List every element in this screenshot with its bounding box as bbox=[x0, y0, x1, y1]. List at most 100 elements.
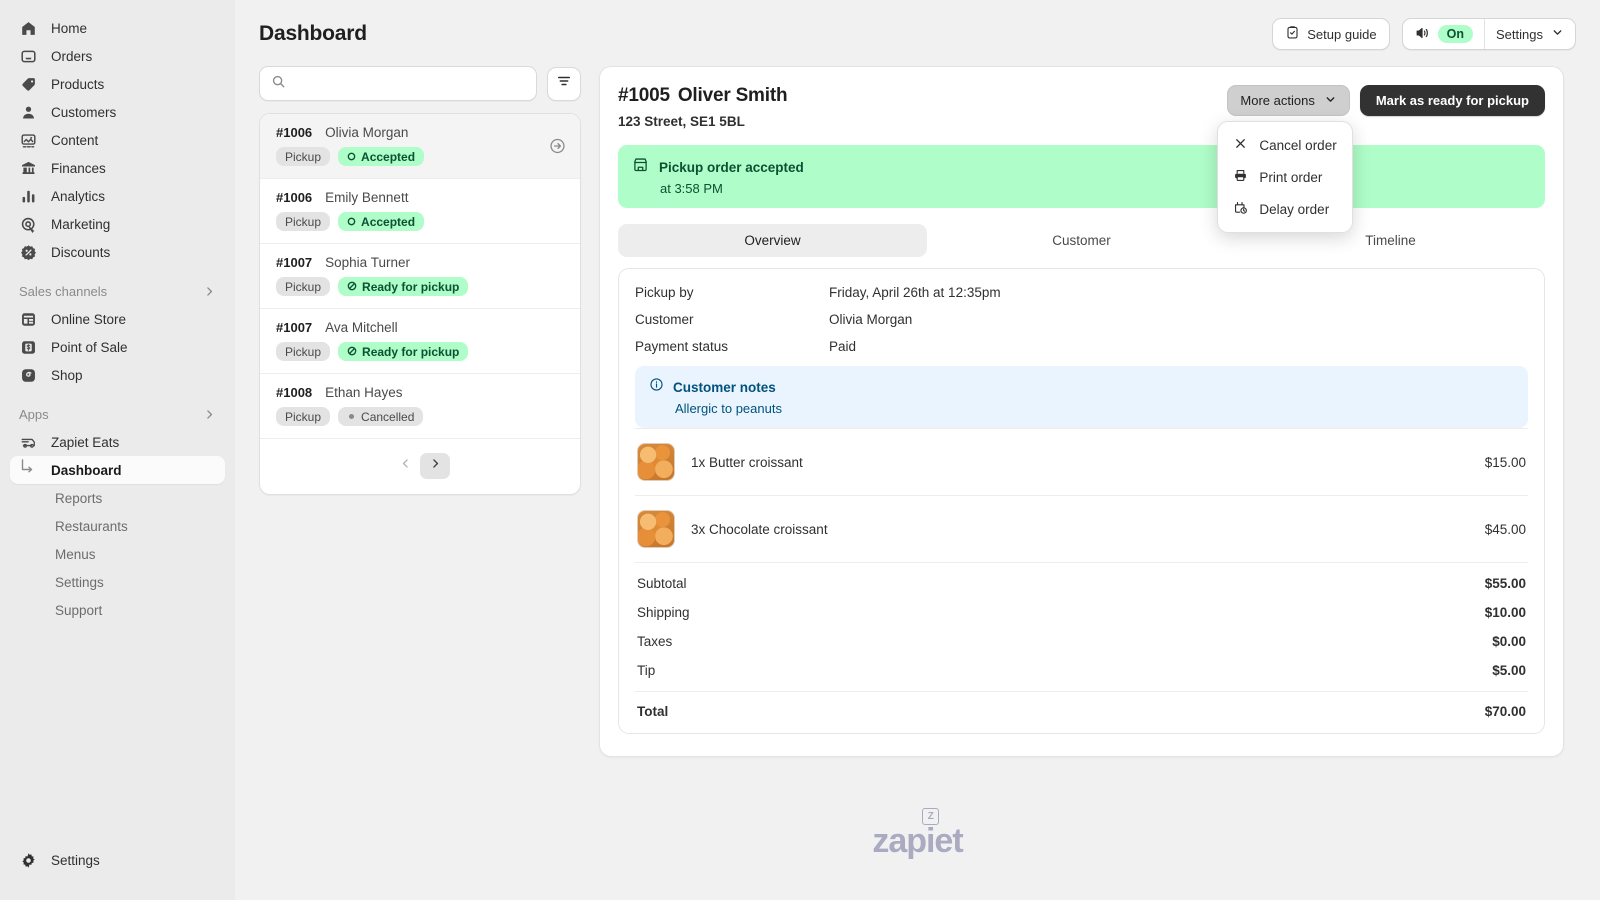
sidebar-item-online-store[interactable]: Online Store bbox=[10, 305, 225, 333]
order-badges: Pickup Accepted bbox=[276, 147, 566, 166]
slash-circle-icon bbox=[347, 345, 357, 359]
method-badge: Pickup bbox=[276, 407, 331, 426]
sound-state-pill: On bbox=[1437, 25, 1474, 43]
order-customer-name: Oliver Smith bbox=[677, 85, 788, 106]
order-row-head: #1007 Sophia Turner bbox=[276, 255, 566, 270]
menu-item-cancel-order[interactable]: Cancel order bbox=[1225, 129, 1344, 161]
sound-toggle[interactable]: On bbox=[1403, 19, 1484, 49]
apps-header[interactable]: Apps bbox=[18, 407, 217, 422]
zapiet-logo: zapiet Z bbox=[872, 808, 964, 860]
delivery-van-icon bbox=[18, 432, 38, 452]
pagination-next-button[interactable] bbox=[420, 453, 450, 479]
sidebar-label: Content bbox=[51, 132, 99, 148]
sidebar-item-zapiet-eats[interactable]: Zapiet Eats bbox=[10, 428, 225, 456]
sidebar-item-restaurants[interactable]: Restaurants bbox=[10, 512, 225, 540]
arrow-right-circle-icon[interactable] bbox=[549, 138, 566, 155]
line-item-name: 1x Butter croissant bbox=[691, 454, 803, 470]
primary-action-label: Mark as ready for pickup bbox=[1375, 93, 1529, 108]
table-row[interactable]: #1008 Ethan Hayes Pickup Cancelled bbox=[260, 374, 580, 439]
sidebar-item-point-of-sale[interactable]: Point of Sale bbox=[10, 333, 225, 361]
more-actions-label: More actions bbox=[1240, 93, 1315, 108]
filter-icon bbox=[556, 73, 572, 94]
table-row[interactable]: #1006 Emily Bennett Pickup Accepted bbox=[260, 179, 580, 244]
tab-overview[interactable]: Overview bbox=[618, 224, 927, 257]
field-label: Pickup by bbox=[635, 285, 694, 300]
chevron-right-icon[interactable] bbox=[203, 285, 216, 298]
notes-body: Allergic to peanuts bbox=[675, 401, 782, 416]
status-badge: Ready for pickup bbox=[338, 342, 469, 361]
sidebar-item-label: Reports bbox=[55, 490, 103, 506]
line-item-price: $45.00 bbox=[1484, 521, 1526, 537]
sidebar-label: Marketing bbox=[51, 216, 111, 232]
sidebar-label: Point of Sale bbox=[51, 339, 128, 355]
storefront-icon bbox=[632, 156, 649, 178]
home-icon bbox=[18, 18, 38, 38]
table-row[interactable]: #1007 Sophia Turner Pickup Ready for pic… bbox=[260, 244, 580, 309]
zapiet-logo-text: zapiet bbox=[872, 822, 963, 860]
table-row[interactable]: #1006 Olivia Morgan Pickup Accepted bbox=[260, 114, 580, 179]
settings-dropdown-button[interactable]: Settings bbox=[1485, 19, 1575, 49]
sidebar-item-home[interactable]: Home bbox=[10, 14, 225, 42]
total-row-shipping: Shipping $10.00 bbox=[635, 598, 1528, 627]
banner-title: Pickup order accepted bbox=[659, 159, 804, 175]
total-amount: $55.00 bbox=[1484, 576, 1526, 591]
order-badges: Pickup Cancelled bbox=[276, 407, 566, 426]
menu-item-label: Print order bbox=[1259, 169, 1323, 185]
sidebar-item-finances[interactable]: Finances bbox=[10, 154, 225, 182]
search-box[interactable] bbox=[259, 66, 537, 101]
banner-row: Pickup order accepted bbox=[632, 156, 1531, 178]
field-customer: Customer Olivia Morgan bbox=[635, 312, 1528, 327]
more-actions-button[interactable]: More actions bbox=[1227, 85, 1350, 116]
tab-customer[interactable]: Customer bbox=[927, 224, 1236, 257]
status-badge: Accepted bbox=[338, 212, 425, 231]
sidebar-item-settings[interactable]: Settings bbox=[10, 568, 225, 596]
sidebar-item-marketing[interactable]: Marketing bbox=[10, 210, 225, 238]
sidebar-item-support[interactable]: Support bbox=[10, 596, 225, 624]
sidebar-item-customers[interactable]: Customers bbox=[10, 98, 225, 126]
overview-card: Pickup by Friday, April 26th at 12:35pm … bbox=[618, 268, 1545, 734]
circle-outline-icon bbox=[347, 150, 356, 164]
order-badges: Pickup Ready for pickup bbox=[276, 342, 566, 361]
sidebar-item-discounts[interactable]: Discounts bbox=[10, 238, 225, 266]
filter-button[interactable] bbox=[547, 66, 581, 101]
total-label: Tip bbox=[637, 663, 656, 678]
sidebar-item-products[interactable]: Products bbox=[10, 70, 225, 98]
setup-guide-button[interactable]: Setup guide bbox=[1272, 18, 1390, 50]
search-input[interactable] bbox=[295, 76, 525, 91]
order-number: #1007 bbox=[276, 320, 313, 335]
orders-panel: #1006 Olivia Morgan Pickup Accepted #100… bbox=[259, 66, 581, 495]
total-row-grand: Total $70.00 bbox=[635, 691, 1528, 729]
method-badge: Pickup bbox=[276, 342, 331, 361]
order-action-buttons: More actions Cancel order Print order De… bbox=[1217, 85, 1545, 233]
sidebar-item-global-settings[interactable]: Settings bbox=[10, 846, 225, 874]
croissant-photo bbox=[637, 510, 675, 548]
sidebar-item-reports[interactable]: Reports bbox=[10, 484, 225, 512]
pagination-prev-button[interactable] bbox=[390, 453, 420, 479]
sidebar-label: Finances bbox=[51, 160, 106, 176]
table-row[interactable]: #1007 Ava Mitchell Pickup Ready for pick… bbox=[260, 309, 580, 374]
sales-channels-header[interactable]: Sales channels bbox=[18, 284, 217, 299]
total-amount: $5.00 bbox=[1492, 663, 1526, 678]
menu-item-print-order[interactable]: Print order bbox=[1225, 161, 1344, 193]
total-label: Taxes bbox=[637, 634, 673, 649]
clipboard-check-icon bbox=[1285, 25, 1300, 43]
sidebar-item-label: Settings bbox=[51, 852, 100, 868]
order-row-head: #1007 Ava Mitchell bbox=[276, 320, 566, 335]
app-root: Home Orders Products Customers Content F… bbox=[0, 0, 1600, 900]
search-row bbox=[259, 66, 581, 101]
notes-title: Customer notes bbox=[673, 379, 776, 395]
point-of-sale-icon bbox=[18, 337, 38, 357]
sidebar-item-label: Menus bbox=[55, 546, 96, 562]
order-customer-name: Sophia Turner bbox=[325, 255, 410, 270]
sidebar-item-dashboard[interactable]: Dashboard bbox=[10, 456, 225, 484]
sidebar-item-orders[interactable]: Orders bbox=[10, 42, 225, 70]
sidebar-item-content[interactable]: Content bbox=[10, 126, 225, 154]
sidebar-item-analytics[interactable]: Analytics bbox=[10, 182, 225, 210]
menu-item-delay-order[interactable]: Delay order bbox=[1225, 193, 1344, 225]
page-title: Dashboard bbox=[259, 22, 367, 45]
chevron-right-icon[interactable] bbox=[203, 408, 216, 421]
sidebar-item-menus[interactable]: Menus bbox=[10, 540, 225, 568]
sidebar-item-shop[interactable]: Shop bbox=[10, 361, 225, 389]
mark-ready-for-pickup-button[interactable]: Mark as ready for pickup bbox=[1359, 85, 1545, 116]
more-actions-menu: Cancel order Print order Delay order bbox=[1217, 121, 1353, 233]
